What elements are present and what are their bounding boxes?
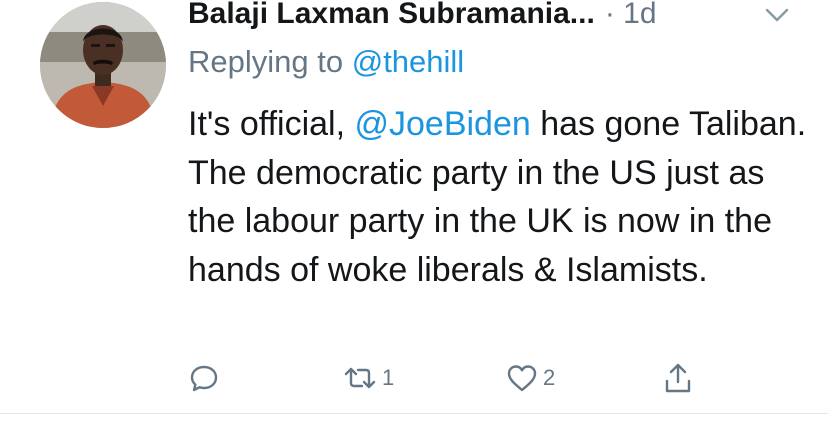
author-name[interactable]: Balaji Laxman Subramania...	[188, 0, 595, 30]
tweet-actions: 1 2	[0, 355, 828, 403]
replying-to: Replying to @thehill	[188, 42, 464, 82]
tweet-text-start: It's official,	[188, 105, 355, 143]
timestamp[interactable]: 1d	[623, 0, 656, 30]
heart-icon	[505, 362, 539, 394]
retweet-count: 1	[382, 365, 395, 390]
share-button[interactable]	[663, 355, 693, 401]
replying-label: Replying to	[188, 44, 344, 79]
tweet-text: It's official, @JoeBiden has gone Taliba…	[188, 100, 808, 294]
divider	[0, 413, 828, 414]
like-count: 2	[543, 365, 556, 390]
tweet-header: Balaji Laxman Subramania... · 1d	[188, 0, 808, 34]
retweet-icon	[342, 363, 378, 393]
like-button[interactable]: 2	[505, 355, 555, 401]
replying-handle-link[interactable]: @thehill	[352, 44, 464, 79]
separator-dot: ·	[604, 0, 615, 30]
reply-button[interactable]	[188, 355, 220, 401]
mention-link[interactable]: @JoeBiden	[354, 105, 530, 143]
reply-icon	[188, 362, 220, 394]
avatar[interactable]	[40, 2, 166, 128]
share-icon	[663, 361, 693, 395]
profile-photo	[40, 2, 166, 128]
retweet-button[interactable]: 1	[342, 355, 394, 401]
chevron-down-icon[interactable]	[763, 4, 791, 26]
